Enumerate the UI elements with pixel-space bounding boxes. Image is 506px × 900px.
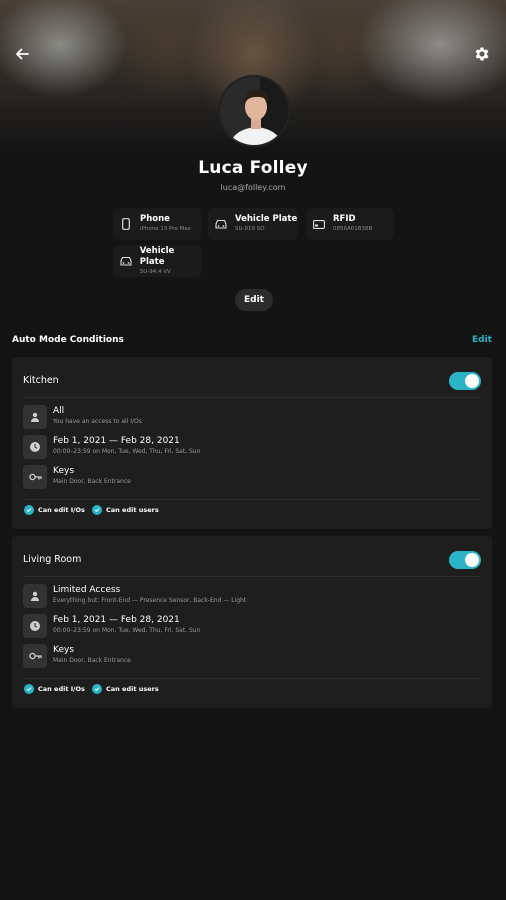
keys-row: Keys Main Door, Back Entrance — [23, 465, 473, 489]
profile-email: luca@folley.com — [220, 183, 286, 192]
credential-title: Vehicle Plate — [235, 214, 298, 224]
key-icon — [23, 465, 47, 489]
car-icon — [214, 217, 228, 231]
credential-subtitle: SU-919 SO — [235, 226, 265, 232]
arrow-left-icon — [16, 48, 29, 60]
row-subtitle: 00:00–23:59 on Mon, Tue, Wed, Thu, Fri, … — [53, 448, 201, 455]
room-card-kitchen: Kitchen All You have an access to all I/… — [12, 357, 492, 529]
credential-subtitle: SU-94.4 VV — [139, 268, 171, 275]
check-circle-icon — [92, 505, 102, 515]
gear-icon — [475, 47, 489, 61]
credential-rfid[interactable]: RFID 0856A01B38B — [306, 208, 394, 240]
divider — [23, 499, 481, 500]
settings-button[interactable] — [468, 40, 496, 68]
credential-subtitle: iPhone 13 Pro Max — [140, 226, 191, 232]
row-subtitle: Everything but: Front-End — Presence Sen… — [53, 597, 247, 604]
credential-vehicle-plate[interactable]: Vehicle Plate SU-919 SO — [208, 208, 298, 240]
back-button[interactable] — [8, 40, 36, 68]
permission-label: Can edit users — [106, 685, 159, 693]
row-title: Keys — [53, 466, 75, 476]
user-access-icon — [23, 405, 47, 429]
room-name: Living Room — [23, 554, 82, 565]
permission-can-edit-ios: Can edit I/Os — [24, 683, 85, 695]
row-title: Limited Access — [53, 585, 121, 595]
key-icon — [23, 644, 47, 668]
check-circle-icon — [24, 505, 34, 515]
room-card-living-room: Living Room Limited Access Everything bu… — [12, 536, 492, 708]
permission-label: Can edit I/Os — [38, 506, 85, 514]
row-subtitle: You have an access to all I/Os — [53, 418, 142, 425]
check-circle-icon — [24, 684, 34, 694]
permission-can-edit-ios: Can edit I/Os — [24, 504, 85, 516]
auto-mode-edit-button[interactable]: Edit — [472, 335, 492, 345]
edit-profile-button[interactable]: Edit — [235, 289, 273, 311]
row-subtitle: Main Door, Back Entrance — [53, 478, 131, 485]
row-subtitle: Main Door, Back Entrance — [53, 657, 131, 664]
row-title: Feb 1, 2021 — Feb 28, 2021 — [53, 615, 180, 625]
profile-name: Luca Folley — [198, 158, 308, 178]
permission-can-edit-users: Can edit users — [92, 683, 159, 695]
room-toggle[interactable] — [449, 551, 481, 569]
credential-subtitle: 0856A01B38B — [333, 226, 373, 232]
permission-can-edit-users: Can edit users — [92, 504, 159, 516]
phone-icon — [119, 217, 133, 231]
credential-title: Vehicle Plate — [139, 245, 175, 267]
divider — [23, 397, 481, 398]
schedule-row: Feb 1, 2021 — Feb 28, 2021 00:00–23:59 o… — [23, 435, 473, 459]
auto-mode-title: Auto Mode Conditions — [12, 335, 124, 345]
access-row: All You have an access to all I/Os — [23, 405, 473, 429]
row-title: Feb 1, 2021 — Feb 28, 2021 — [53, 436, 180, 446]
divider — [23, 576, 481, 577]
row-title: Keys — [53, 645, 75, 655]
credential-vehicle-plate[interactable]: Vehicle Plate SU-94.4 VV — [113, 245, 201, 277]
credential-title: Phone — [140, 214, 170, 224]
credential-phone[interactable]: Phone iPhone 13 Pro Max — [113, 208, 201, 240]
keys-row: Keys Main Door, Back Entrance — [23, 644, 473, 668]
clock-icon — [23, 614, 47, 638]
row-subtitle: 00:00–23:59 on Mon, Tue, Wed, Thu, Fri, … — [53, 627, 201, 634]
divider — [23, 678, 481, 679]
check-circle-icon — [92, 684, 102, 694]
rfid-card-icon — [312, 217, 326, 231]
avatar — [218, 75, 290, 147]
toggle-knob — [465, 374, 479, 388]
clock-icon — [23, 435, 47, 459]
access-row: Limited Access Everything but: Front-End… — [23, 584, 473, 608]
toggle-knob — [465, 553, 479, 567]
permission-label: Can edit users — [106, 506, 159, 514]
room-toggle[interactable] — [449, 372, 481, 390]
schedule-row: Feb 1, 2021 — Feb 28, 2021 00:00–23:59 o… — [23, 614, 473, 638]
credential-title: RFID — [333, 214, 356, 224]
car-icon — [119, 254, 133, 268]
room-name: Kitchen — [23, 375, 59, 386]
user-access-icon — [23, 584, 47, 608]
permission-label: Can edit I/Os — [38, 685, 85, 693]
row-title: All — [53, 406, 65, 416]
